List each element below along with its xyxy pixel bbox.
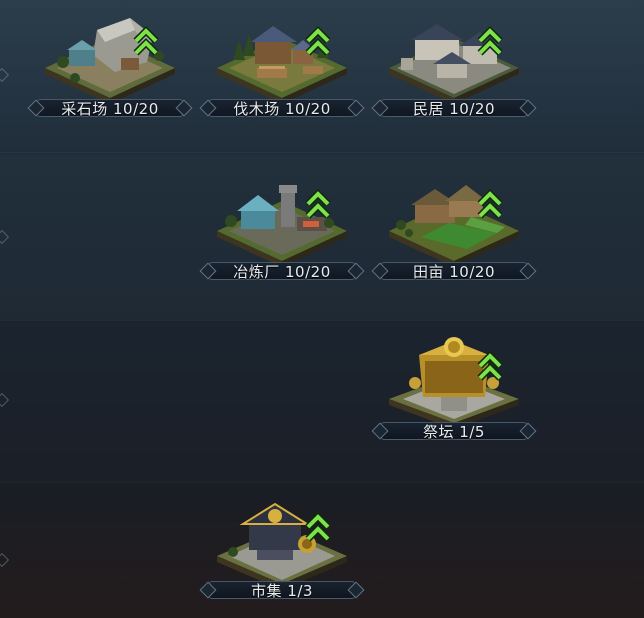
building-label: 田亩 10/20 <box>369 260 539 282</box>
building-label-text: 祭坛 1/5 <box>423 422 485 441</box>
upgrade-arrow-icon[interactable] <box>477 26 503 56</box>
row-divider <box>0 320 644 321</box>
building-label-text: 冶炼厂 10/20 <box>233 262 331 281</box>
row-band-3 <box>0 322 644 482</box>
smelter-building-icon <box>217 185 347 263</box>
building-label-text: 市集 1/3 <box>251 581 313 600</box>
row-divider <box>0 152 644 153</box>
upgrade-arrow-icon[interactable] <box>477 351 503 381</box>
building-label-text: 田亩 10/20 <box>413 262 495 281</box>
upgrade-arrow-icon[interactable] <box>305 512 331 542</box>
row-divider <box>0 482 644 483</box>
building-label: 冶炼厂 10/20 <box>197 260 367 282</box>
building-label: 民居 10/20 <box>369 97 539 119</box>
lumber-mill-building-icon <box>217 26 347 100</box>
upgrade-arrow-icon[interactable] <box>305 189 331 219</box>
building-altar[interactable]: 祭坛 1/5 <box>369 325 539 455</box>
building-label-text: 民居 10/20 <box>413 99 495 118</box>
building-residence[interactable]: 民居 10/20 <box>369 0 539 130</box>
building-lumber-mill[interactable]: 伐木场 10/20 <box>197 0 367 130</box>
building-label-text: 伐木场 10/20 <box>233 99 331 118</box>
upgrade-arrow-icon[interactable] <box>477 189 503 219</box>
building-smelter[interactable]: 冶炼厂 10/20 <box>197 163 367 293</box>
farmland-building-icon <box>389 185 519 263</box>
building-label: 市集 1/3 <box>197 579 367 601</box>
upgrade-arrow-icon[interactable] <box>305 26 331 56</box>
building-farmland[interactable]: 田亩 10/20 <box>369 163 539 293</box>
building-market[interactable]: 市集 1/3 <box>197 486 367 616</box>
building-label: 伐木场 10/20 <box>197 97 367 119</box>
building-label: 祭坛 1/5 <box>369 420 539 442</box>
market-building-icon <box>217 502 347 586</box>
building-quarry[interactable]: 采石场 10/20 <box>25 0 195 130</box>
residence-building-icon <box>389 24 519 100</box>
altar-building-icon <box>389 337 519 425</box>
building-label-text: 采石场 10/20 <box>61 99 159 118</box>
upgrade-arrow-icon[interactable] <box>133 26 159 56</box>
building-label: 采石场 10/20 <box>25 97 195 119</box>
quarry-building-icon <box>45 18 175 100</box>
